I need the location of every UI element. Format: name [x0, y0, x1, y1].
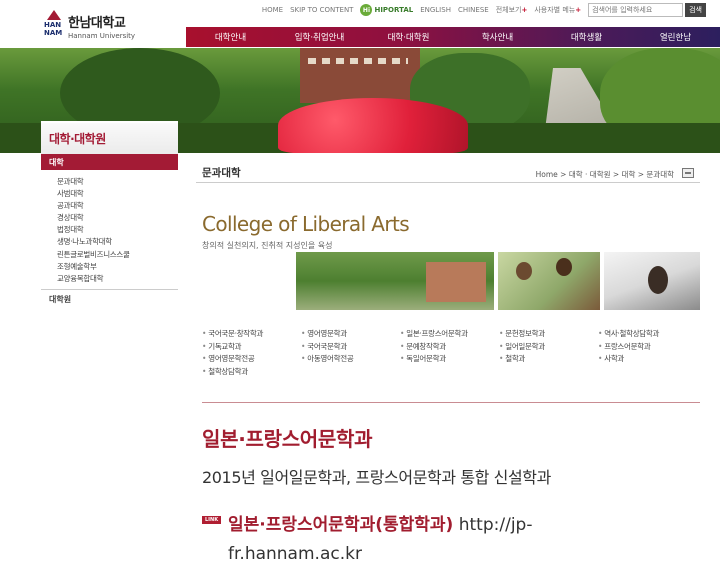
- campus-photo: [296, 252, 494, 310]
- sidebar-college-list: 문과대학 사범대학 공과대학 경상대학 법정대학 생명·나노과학대학 린튼글로벌…: [41, 170, 178, 289]
- sidebar-item-fine-arts[interactable]: 조형예술학부: [57, 261, 178, 273]
- sidebar-item-education[interactable]: 사범대학: [57, 188, 178, 200]
- sidebar-item-law-politics[interactable]: 법정대학: [57, 224, 178, 236]
- college-english-title: College of Liberal Arts: [202, 212, 410, 236]
- search-button[interactable]: 검색: [685, 3, 706, 17]
- college-photo-strip: [296, 252, 700, 310]
- student-portrait-photo: [604, 252, 700, 310]
- sidebar-item-graduate[interactable]: 대학원: [41, 288, 178, 309]
- logo-english-name: Hannam University: [68, 32, 136, 40]
- dept-link[interactable]: 프랑스어문학과: [598, 341, 697, 353]
- sidebar-item-engineering[interactable]: 공과대학: [57, 200, 178, 212]
- page-header: 문과대학 Home > 대학 · 대학원 > 대학 > 문과대학: [196, 153, 700, 183]
- section-divider: [202, 402, 700, 403]
- dept-link[interactable]: 국어국문·창작학과: [202, 328, 301, 340]
- sidebar-item-life-nano[interactable]: 생명·나노과학대학: [57, 236, 178, 248]
- gnb-item-colleges[interactable]: 대학·대학원: [364, 27, 453, 47]
- dept-link[interactable]: 국어국문학과: [301, 341, 400, 353]
- dept-link[interactable]: 아동영어학전공: [301, 353, 400, 365]
- sidebar-title: 대학·대학원: [41, 121, 178, 154]
- util-user-menu-link[interactable]: 사용자별 메뉴+: [534, 5, 581, 15]
- dept-link[interactable]: 영어영문학전공: [202, 353, 301, 365]
- dept-link[interactable]: 철학과: [499, 353, 598, 365]
- students-photo: [498, 252, 600, 310]
- search-box: 검색: [588, 3, 706, 17]
- plus-icon: +: [521, 6, 528, 14]
- logo-korean-name: 한남대학교: [68, 16, 126, 31]
- sidebar-item-liberal-arts[interactable]: 문과대학: [57, 176, 178, 188]
- hiportal-icon: Hi: [360, 4, 373, 16]
- plus-icon: +: [575, 6, 582, 14]
- department-title: 일본·프랑스어문학과: [202, 427, 373, 451]
- department-list: 국어국문·창작학과 영어영문학과 일본·프랑스어문학과 문헌정보학과 역사·철학…: [202, 328, 700, 377]
- department-description: 2015년 일어일문학과, 프랑스어문학과 통합 신설학과: [202, 468, 551, 487]
- dept-link[interactable]: 사학과: [598, 353, 697, 365]
- main-navigation: 대학안내 입학·취업안내 대학·대학원 학사안내 대학생활 열린한남: [186, 27, 720, 47]
- util-sitemap-link[interactable]: 전체보기+: [496, 5, 528, 15]
- sidebar-nav: 대학·대학원 대학 문과대학 사범대학 공과대학 경상대학 법정대학 생명·나노…: [41, 121, 178, 321]
- department-link[interactable]: 일본·프랑스어문학과(통합학과) http://jp-fr.hannam.ac.…: [228, 511, 628, 569]
- dept-link[interactable]: 철학상담학과: [202, 366, 301, 378]
- dept-link[interactable]: 기독교학과: [202, 341, 301, 353]
- util-hiportal-link[interactable]: Hi HIPORTAL: [360, 4, 413, 16]
- search-input[interactable]: [588, 3, 684, 17]
- print-icon[interactable]: [682, 168, 694, 178]
- page-title: 문과대학: [202, 167, 241, 179]
- gnb-item-admission[interactable]: 입학·취업안내: [275, 27, 364, 47]
- gnb-item-open-hannam[interactable]: 열린한남: [631, 27, 720, 47]
- util-english-link[interactable]: ENGLISH: [420, 6, 451, 14]
- dept-link[interactable]: 일어일문학과: [499, 341, 598, 353]
- dept-link[interactable]: 일본·프랑스어문학과: [400, 328, 499, 340]
- gnb-item-academics[interactable]: 학사안내: [453, 27, 542, 47]
- dept-link[interactable]: 독일어문학과: [400, 353, 499, 365]
- logo-mark-text: HAN NAM: [44, 21, 63, 37]
- dept-link[interactable]: 영어영문학과: [301, 328, 400, 340]
- util-chinese-link[interactable]: CHINESE: [458, 6, 489, 14]
- utility-nav: HOME SKIP TO CONTENT Hi HIPORTAL ENGLISH…: [262, 3, 706, 17]
- gnb-item-about[interactable]: 대학안내: [186, 27, 275, 47]
- sidebar-item-general-ed[interactable]: 교양융복합대학: [57, 273, 178, 285]
- sidebar-item-linton[interactable]: 린튼글로벌비즈니스스쿨: [57, 249, 178, 261]
- breadcrumb[interactable]: Home > 대학 · 대학원 > 대학 > 문과대학: [536, 169, 674, 180]
- logo-mark-icon: HAN NAM: [44, 10, 64, 42]
- dept-link[interactable]: 문헌정보학과: [499, 328, 598, 340]
- dept-link[interactable]: 문예창작학과: [400, 341, 499, 353]
- dept-link[interactable]: 역사·철학상담학과: [598, 328, 697, 340]
- department-link-name[interactable]: 일본·프랑스어문학과(통합학과): [228, 515, 453, 535]
- university-logo[interactable]: HAN NAM 한남대학교 Hannam University: [44, 10, 135, 42]
- sidebar-category-undergrad[interactable]: 대학: [41, 154, 178, 170]
- util-home-link[interactable]: HOME: [262, 6, 283, 14]
- gnb-item-campus-life[interactable]: 대학생활: [542, 27, 631, 47]
- sidebar-item-economics[interactable]: 경상대학: [57, 212, 178, 224]
- link-badge: LINK: [202, 516, 222, 524]
- college-slogan: 창의적 실천의지, 진취적 지성인을 육성: [202, 241, 333, 250]
- util-skip-link[interactable]: SKIP TO CONTENT: [290, 6, 353, 14]
